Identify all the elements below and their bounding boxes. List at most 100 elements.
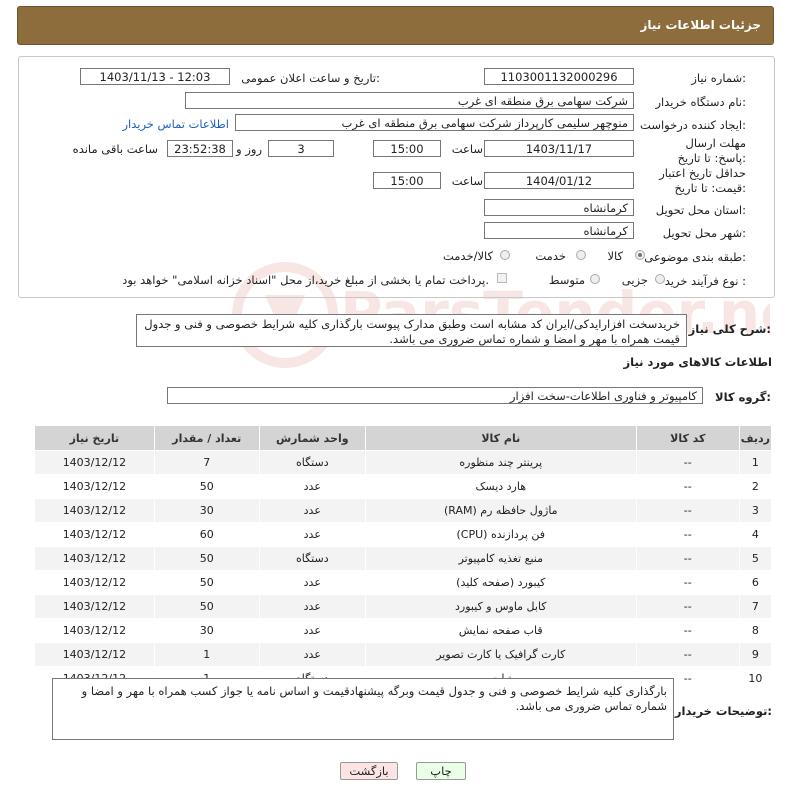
cell-name: کابل ماوس و کیبورد: [364, 594, 637, 619]
delivery-province-field[interactable]: کرمانشاه: [484, 199, 634, 216]
process-option-medium: متوسط: [548, 273, 585, 287]
goods-group-label: گروه کالا:: [715, 390, 771, 404]
cell-need-date: 1403/12/12: [34, 498, 155, 523]
cell-code: --: [635, 642, 740, 667]
reply-deadline-time-field[interactable]: 15:00: [373, 140, 441, 157]
col-header-unit: واحد شمارش: [258, 425, 366, 451]
reply-time-label: ساعت: [451, 142, 483, 156]
cell-quantity: 30: [153, 498, 260, 523]
cell-need-date: 1403/12/12: [34, 474, 155, 499]
buyer-org-field[interactable]: شرکت سهامی برق منطقه ای غرب: [185, 92, 634, 109]
cell-row-number: 9: [738, 642, 773, 667]
cell-unit: عدد: [258, 618, 366, 643]
process-radio-minor[interactable]: [655, 274, 665, 284]
category-label: طبقه بندی موضوعی:: [644, 250, 746, 264]
reply-deadline-date-field[interactable]: 1403/11/17: [484, 140, 634, 157]
print-button[interactable]: چاپ: [416, 762, 466, 780]
price-validity-time-label: ساعت: [451, 174, 483, 188]
cell-quantity: 50: [153, 474, 260, 499]
category-option-goods: کالا: [607, 249, 623, 263]
cell-name: کارت گرافیک یا کارت تصویر: [364, 642, 637, 667]
cell-code: --: [635, 570, 740, 595]
cell-row-number: 3: [738, 498, 773, 523]
announce-datetime-field[interactable]: 1403/11/13 - 12:03: [80, 68, 230, 85]
table-row: 2 -- هارد دیسک عدد 50 1403/12/12: [34, 474, 773, 499]
price-validity-time-field[interactable]: 15:00: [373, 172, 441, 189]
cell-unit: دستگاه: [258, 450, 366, 475]
cell-need-date: 1403/12/12: [34, 642, 155, 667]
table-row: 3 -- ماژول حافظه رم (RAM) عدد 30 1403/12/12: [34, 498, 773, 523]
cell-quantity: 50: [153, 570, 260, 595]
cell-unit: عدد: [258, 594, 366, 619]
cell-need-date: 1403/12/12: [34, 450, 155, 475]
cell-unit: عدد: [258, 498, 366, 523]
col-header-row-number: ردیف: [738, 425, 773, 451]
delivery-province-label: استان محل تحویل:: [655, 203, 746, 217]
cell-name: کیبورد (صفحه کلید): [364, 570, 637, 595]
cell-code: --: [635, 594, 740, 619]
need-number-field[interactable]: 1103001132000296: [484, 68, 634, 85]
cell-code: --: [635, 474, 740, 499]
treasury-payment-checkbox[interactable]: [497, 273, 507, 283]
col-header-name: نام کالا: [364, 425, 637, 451]
cell-quantity: 50: [153, 546, 260, 571]
cell-code: --: [635, 498, 740, 523]
cell-name: ماژول حافظه رم (RAM): [364, 498, 637, 523]
page-title: جزئیات اطلاعات نیاز: [640, 18, 761, 32]
goods-group-field[interactable]: کامپیوتر و فناوری اطلاعات-سخت افزار: [167, 387, 703, 404]
summary-text[interactable]: خریدسخت افزارایدکی/ایران کد مشابه است وط…: [136, 314, 687, 347]
cell-quantity: 7: [153, 450, 260, 475]
table-row: 4 -- فن پردازنده (CPU) عدد 60 1403/12/12: [34, 522, 773, 547]
buyer-org-label: نام دستگاه خریدار:: [655, 95, 746, 109]
cell-code: --: [635, 450, 740, 475]
category-radio-goods-service[interactable]: [500, 250, 510, 260]
cell-quantity: 30: [153, 618, 260, 643]
process-radio-medium[interactable]: [590, 274, 600, 284]
cell-need-date: 1403/12/12: [34, 570, 155, 595]
cell-row-number: 1: [738, 450, 773, 475]
col-header-quantity: تعداد / مقدار: [153, 425, 260, 451]
treasury-payment-note: پرداخت تمام یا بخشی از مبلغ خرید،از محل …: [122, 273, 489, 287]
reply-deadline-label: مهلت ارسال پاسخ: تا تاریخ:: [677, 136, 746, 165]
table-row: 9 -- کارت گرافیک یا کارت تصویر عدد 1 1403/12/…: [34, 642, 773, 667]
cell-code: --: [635, 546, 740, 571]
category-option-goods-service: کالا/خدمت: [442, 249, 493, 263]
cell-name: پرینتر چند منظوره: [364, 450, 637, 475]
category-option-service: خدمت: [535, 249, 566, 263]
cell-row-number: 10: [738, 666, 773, 691]
category-radio-goods[interactable]: [635, 250, 645, 260]
cell-name: منبع تغذیه کامپیوتر: [364, 546, 637, 571]
requester-field[interactable]: منوچهر سلیمی کارپرداز شرکت سهامی برق منط…: [235, 114, 634, 131]
cell-row-number: 5: [738, 546, 773, 571]
buyer-notes-text[interactable]: بارگذاری کلیه شرایط خصوصی و فنی و جدول ق…: [52, 678, 674, 740]
announce-datetime-label: تاریخ و ساعت اعلان عمومی:: [241, 71, 380, 85]
buyer-notes-label: توضیحات خریدار:: [674, 704, 772, 718]
delivery-city-label: شهر محل تحویل:: [662, 226, 746, 240]
cell-name: فن پردازنده (CPU): [364, 522, 637, 547]
buyer-contact-link[interactable]: اطلاعات تماس خریدار: [122, 117, 229, 131]
remaining-time-label: ساعت باقی مانده: [72, 142, 158, 156]
cell-quantity: 50: [153, 594, 260, 619]
table-row: 1 -- پرینتر چند منظوره دستگاه 7 1403/12/12: [34, 450, 773, 475]
back-button[interactable]: بازگشت: [340, 762, 398, 780]
category-radio-service[interactable]: [576, 250, 586, 260]
price-validity-date-field[interactable]: 1404/01/12: [484, 172, 634, 189]
reply-days-label: روز و: [236, 142, 262, 156]
delivery-city-field[interactable]: کرمانشاه: [484, 222, 634, 239]
cell-row-number: 2: [738, 474, 773, 499]
purchase-process-label: نوع فرآیند خرید :: [664, 274, 746, 288]
col-header-need-date: تاریخ نیاز: [34, 425, 155, 451]
price-validity-label: حداقل تاریخ اعتبار قیمت: تا تاریخ:: [659, 166, 746, 195]
table-header-row: ردیف کد کالا نام کالا واحد شمارش تعداد /…: [34, 425, 773, 451]
reply-days-field[interactable]: 3: [268, 140, 334, 157]
cell-row-number: 7: [738, 594, 773, 619]
cell-name: هارد دیسک: [364, 474, 637, 499]
cell-code: --: [635, 618, 740, 643]
table-row: 7 -- کابل ماوس و کیبورد عدد 50 1403/12/12: [34, 594, 773, 619]
cell-row-number: 4: [738, 522, 773, 547]
summary-label: شرح کلی نیاز:: [688, 322, 771, 336]
cell-unit: دستگاه: [258, 546, 366, 571]
remaining-time-field[interactable]: 23:52:38: [167, 140, 233, 157]
cell-quantity: 60: [153, 522, 260, 547]
table-row: 5 -- منبع تغذیه کامپیوتر دستگاه 50 1403/12/12: [34, 546, 773, 571]
